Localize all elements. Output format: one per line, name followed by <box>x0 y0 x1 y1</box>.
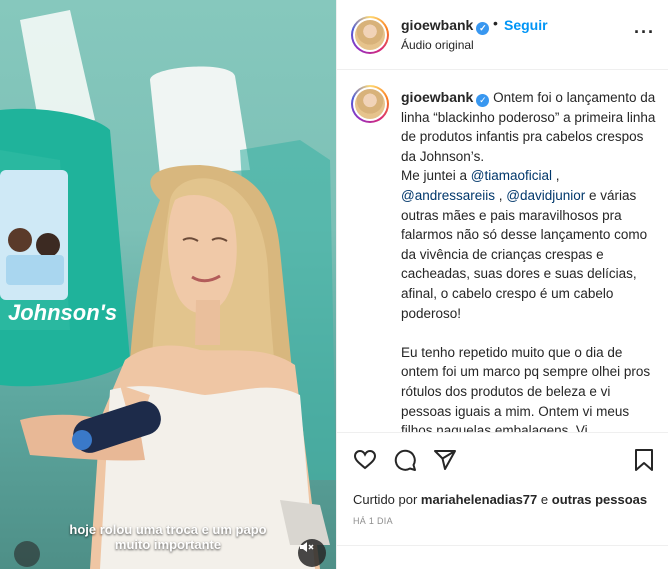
likes-middle: e <box>537 492 552 507</box>
bookmark-icon[interactable] <box>633 448 655 477</box>
video-caption: hoje rolou uma troca e um papo muito imp… <box>0 522 336 552</box>
liked-by-user-link[interactable]: mariahelenadias77 <box>421 492 537 507</box>
separator-dot: • <box>493 15 498 31</box>
post-video[interactable]: Johnson's hoje rolou uma troca e um papo… <box>0 0 336 569</box>
action-bar <box>337 444 668 478</box>
avatar[interactable] <box>351 85 389 123</box>
caption-text: Me juntei a <box>401 168 471 184</box>
post-details-panel: gioewbank ✓ • Seguir Áudio original ··· g… <box>336 0 668 569</box>
caption-area: gioewbank ✓ Ontem foi o lançamento da lin… <box>337 71 668 433</box>
likes-summary: Curtido por mariahelenadias77 e outras p… <box>353 492 647 507</box>
username-text[interactable]: gioewbank <box>401 17 473 33</box>
add-comment-bar[interactable] <box>337 545 668 569</box>
comment-icon[interactable] <box>393 448 417 477</box>
video-caption-line: muito importante <box>114 537 222 552</box>
caption-username[interactable]: gioewbank <box>401 89 473 105</box>
caption-text: , <box>495 187 507 203</box>
caption-text: e várias outras mães e pais maravilhosos… <box>401 187 648 321</box>
speaker-muted-icon[interactable] <box>298 539 326 567</box>
video-control-left[interactable] <box>14 541 40 567</box>
header-username[interactable]: gioewbank ✓ <box>401 17 490 35</box>
likes-prefix: Curtido por <box>353 492 421 507</box>
avatar[interactable] <box>351 16 389 54</box>
mention-link[interactable]: @tiamaoficial <box>471 168 552 183</box>
caption-text: Eu tenho repetido muito que o dia de ont… <box>401 344 651 433</box>
video-caption-line: hoje rolou uma troca e um papo <box>69 522 267 537</box>
video-frame-illustration: Johnson's <box>0 10 336 569</box>
others-likes-link[interactable]: outras pessoas <box>552 492 647 507</box>
post-timestamp[interactable]: HÁ 1 DIA <box>353 516 393 526</box>
share-icon[interactable] <box>433 448 457 477</box>
mention-link[interactable]: @andressareiis <box>401 188 495 203</box>
audio-link[interactable]: Áudio original <box>401 38 474 52</box>
heart-icon[interactable] <box>353 448 377 477</box>
post-caption: gioewbank ✓ Ontem foi o lançamento da lin… <box>401 88 657 433</box>
verified-badge-icon: ✓ <box>476 22 490 35</box>
follow-button[interactable]: Seguir <box>504 17 548 33</box>
svg-text:Johnson's: Johnson's <box>8 300 117 325</box>
mention-link[interactable]: @davidjunior <box>506 188 585 203</box>
post-header: gioewbank ✓ • Seguir Áudio original ··· <box>337 0 668 70</box>
caption-text: , <box>552 168 560 184</box>
verified-badge-icon: ✓ <box>476 94 490 107</box>
more-options-icon[interactable]: ··· <box>634 22 655 43</box>
